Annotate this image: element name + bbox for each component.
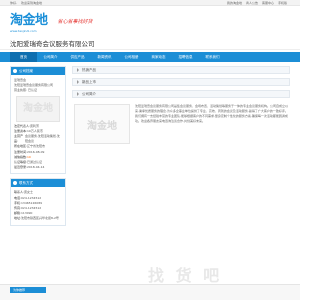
- bullet-icon: [13, 69, 17, 73]
- intro-text: 沈阳爱瑞奇会议服务有限公司是集会议服务、会场布置、活动策划等服务于一体的专业会议…: [135, 104, 289, 123]
- company-image: 淘金地: [74, 104, 130, 144]
- row-value: 2018-04-14: [27, 165, 45, 170]
- company-logo-thumb: 淘金地: [16, 95, 60, 122]
- triangle-icon: [77, 80, 79, 84]
- image-placeholder-text: 淘金地: [87, 120, 117, 132]
- contact-panel-title: 联系方式: [11, 179, 65, 188]
- site-logo[interactable]: 淘金地 www.taojindi.com: [10, 9, 48, 33]
- intro-title: 公司简介: [82, 91, 96, 96]
- service-link[interactable]: 客服中心: [262, 1, 274, 5]
- company-bar: 沈阳爱瑞奇会议服务有限公司: [0, 36, 300, 50]
- content-area: 热销产品 新品上市 公司简介 淘金地 沈阳爱瑞奇会议服务有限公司是集会议服务、会…: [72, 66, 290, 230]
- intro-header[interactable]: 公司简介: [72, 90, 290, 98]
- nav-news[interactable]: 新闻资讯: [91, 52, 118, 62]
- company-name: 沈阳爱瑞奇会议服务有限公司: [10, 39, 95, 48]
- row-label: 主营产品:: [14, 134, 24, 144]
- main-area: 公司档案 爱瑞奇会 沈阳爱瑞奇会议服务有限公司 营业执照: 已认证 淘金地 法定…: [0, 62, 300, 234]
- row-value: 沈阳市铁西区兴华北街8-2号: [21, 216, 59, 221]
- bullet-icon: [13, 181, 17, 186]
- recommend-tab[interactable]: 为你推荐: [10, 287, 46, 293]
- footer: 为你推荐: [0, 284, 300, 300]
- row-value: 会议服务,沈阳活动策划,沈阳会议: [24, 134, 60, 144]
- nav-home[interactable]: 首页: [10, 52, 37, 62]
- profile-title-text: 公司档案: [19, 69, 33, 73]
- nav-jobs[interactable]: 招聘信息: [172, 52, 199, 62]
- thumb-text: 淘金地: [23, 103, 53, 114]
- profile-body: 爱瑞奇会 沈阳爱瑞奇会议服务有限公司 营业执照: 已认证 淘金地 法定代表人: 唐…: [11, 75, 65, 173]
- triangle-icon: [77, 92, 79, 96]
- profile-row: 最近登录: 2018-04-14: [14, 165, 62, 170]
- greeting-text: 你好,: [10, 0, 17, 5]
- row-label: 最近登录:: [14, 165, 28, 170]
- welcome-link[interactable]: 欢迎来到淘金地: [21, 1, 42, 5]
- profile-license: 营业执照: 已认证: [14, 88, 37, 93]
- nav-contact[interactable]: 联系我们: [199, 52, 226, 62]
- my-account-link[interactable]: 我的淘金地: [227, 1, 242, 5]
- profile-panel: 公司档案 爱瑞奇会 沈阳爱瑞奇会议服务有限公司 营业执照: 已认证 淘金地 法定…: [10, 66, 66, 175]
- triangle-icon: [77, 68, 79, 72]
- slogan: 省心省事找好货: [57, 18, 93, 25]
- row-label: 地址:: [14, 216, 22, 221]
- contact-body: 联系人: 唐女士 电话: 024-1234512 手机: 13465126089 传真…: [11, 187, 65, 224]
- nav-updates[interactable]: 商家动态: [145, 52, 172, 62]
- site-header: 淘金地 www.taojindi.com 省心省事找好货: [0, 6, 300, 36]
- mobile-link[interactable]: 手机版: [278, 1, 287, 5]
- nav-products[interactable]: 供应产品: [64, 52, 91, 62]
- hot-products-title: 热销产品: [82, 67, 96, 72]
- profile-panel-title: 公司档案: [11, 67, 65, 75]
- main-nav: 首页 公司简介 供应产品 新闻资讯 公司相册 商家动态 招聘信息 联系我们: [0, 52, 300, 62]
- intro-body: 淘金地 沈阳爱瑞奇会议服务有限公司是集会议服务、会场布置、活动策划等服务于一体的…: [72, 102, 290, 146]
- profile-row: 主营产品: 会议服务,沈阳活动策划,沈阳会议: [14, 134, 62, 144]
- logo-text: 淘金地: [10, 13, 48, 28]
- nav-album[interactable]: 公司相册: [118, 52, 145, 62]
- contact-panel: 联系方式 联系人: 唐女士 电话: 024-1234512 手机: 134651260…: [10, 178, 66, 226]
- nav-about[interactable]: 公司简介: [37, 52, 64, 62]
- new-products-title: 新品上市: [82, 79, 96, 84]
- sidebar: 公司档案 爱瑞奇会 沈阳爱瑞奇会议服务有限公司 营业执照: 已认证 淘金地 法定…: [10, 66, 66, 230]
- contact-title-text: 联系方式: [19, 181, 33, 186]
- notice-link[interactable]: 商人公告: [246, 1, 258, 5]
- topbar-right: 我的淘金地 商人公告 客服中心 手机版: [227, 1, 290, 5]
- topbar-left: 你好, 欢迎来到淘金地: [10, 1, 45, 5]
- hot-products-header[interactable]: 热销产品: [72, 66, 290, 74]
- contact-row: 地址: 沈阳市铁西区兴华北街8-2号: [14, 216, 62, 221]
- logo-url: www.taojindi.com: [10, 29, 37, 33]
- watermark: 找 货 吧: [148, 266, 223, 285]
- new-products-header[interactable]: 新品上市: [72, 78, 290, 86]
